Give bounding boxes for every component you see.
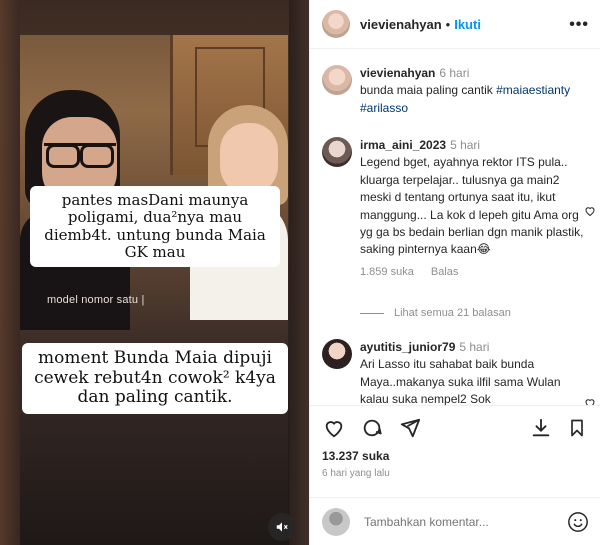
post-media[interactable]: pantes masDani maunya poligami, dua²nya … bbox=[0, 0, 309, 545]
save-button[interactable] bbox=[565, 416, 589, 440]
paper-plane-icon bbox=[400, 418, 421, 438]
download-icon bbox=[532, 418, 550, 437]
avatar[interactable] bbox=[322, 339, 352, 369]
caption-time: 6 hari bbox=[439, 66, 470, 80]
post-like-count[interactable]: 13.237 suka bbox=[322, 449, 389, 463]
post-actions: 13.237 suka 6 hari yang lalu bbox=[310, 405, 600, 497]
person-left-glasses bbox=[44, 143, 116, 168]
avatar[interactable] bbox=[322, 65, 352, 95]
media-blur-left bbox=[0, 0, 20, 545]
avatar[interactable] bbox=[322, 137, 352, 167]
avatar[interactable] bbox=[322, 507, 350, 536]
comment-username[interactable]: irma_aini_2023 bbox=[360, 138, 446, 152]
comment-like-heart-icon[interactable] bbox=[584, 397, 596, 405]
download-button[interactable] bbox=[529, 416, 553, 440]
media-blur-right bbox=[289, 0, 309, 545]
comment-time: 5 hari bbox=[459, 340, 490, 354]
add-comment-bar bbox=[310, 497, 600, 545]
emoji-icon[interactable] bbox=[567, 511, 589, 533]
post-side-panel: vievienahyan • Ikuti ••• vievienahyan 6 h… bbox=[309, 0, 600, 545]
mute-button[interactable] bbox=[268, 513, 296, 541]
share-button[interactable] bbox=[398, 416, 422, 440]
caption-username[interactable]: vievienahyan bbox=[360, 66, 435, 80]
comment-like-heart-icon[interactable] bbox=[584, 205, 596, 217]
caption-hashtag-arilasso[interactable]: #arilasso bbox=[360, 101, 408, 115]
comment-username[interactable]: ayutitis_junior79 bbox=[360, 340, 455, 354]
comments-list[interactable]: vievienahyan 6 hari bunda maia paling can… bbox=[310, 49, 600, 405]
header-username[interactable]: vievienahyan bbox=[360, 17, 442, 32]
more-options-icon[interactable]: ••• bbox=[569, 16, 589, 34]
caption-hashtag-maiaestianty[interactable]: #maiaestianty bbox=[496, 83, 570, 97]
comment-text: Legend bget, ayahnya rektor ITS pula.. k… bbox=[360, 155, 584, 257]
post-date: 6 hari yang lalu bbox=[322, 468, 390, 479]
caption-text: bunda maia paling cantik bbox=[360, 83, 497, 98]
comment-bubble-icon bbox=[363, 419, 382, 437]
follow-button[interactable]: Ikuti bbox=[454, 17, 481, 32]
post-header: vievienahyan • Ikuti ••• bbox=[310, 0, 600, 49]
video-watermark: model nomor satu | bbox=[47, 294, 145, 306]
comment-reply-button[interactable]: Balas bbox=[431, 266, 459, 278]
comment-button[interactable] bbox=[360, 416, 384, 440]
heart-icon bbox=[325, 421, 343, 438]
comment-meta: 1.859 suka Balas bbox=[360, 265, 584, 281]
comment-text: Ari Lasso itu sahabat baik bunda Maya..m… bbox=[360, 357, 561, 405]
video-caption-top: pantes masDani maunya poligami, dua²nya … bbox=[30, 186, 280, 267]
like-button[interactable] bbox=[322, 416, 346, 440]
comment-input[interactable] bbox=[364, 514, 600, 529]
view-replies-button[interactable]: Lihat semua 21 balasan bbox=[360, 307, 511, 319]
speaker-muted-icon bbox=[276, 522, 288, 532]
comment-like-count[interactable]: 1.859 suka bbox=[360, 266, 414, 278]
header-separator: • bbox=[445, 16, 451, 32]
comment-time: 5 hari bbox=[450, 138, 481, 152]
avatar[interactable] bbox=[322, 10, 350, 38]
video-frame[interactable] bbox=[20, 35, 288, 545]
video-caption-bottom: moment Bunda Maia dipuji cewek rebut4n c… bbox=[22, 343, 288, 414]
bookmark-icon bbox=[571, 419, 583, 437]
person-right-face bbox=[220, 123, 278, 195]
